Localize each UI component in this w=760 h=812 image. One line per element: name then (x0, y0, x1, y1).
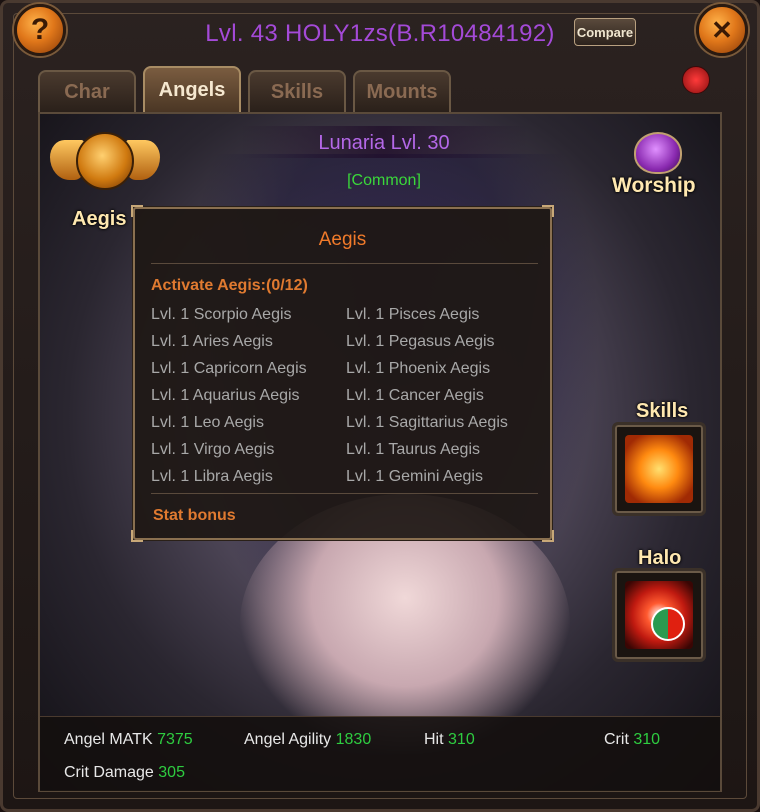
stat-label: Crit Damage (64, 764, 154, 781)
worship-heart-icon[interactable] (624, 124, 688, 176)
stat-label: Crit (604, 731, 629, 748)
halo-button[interactable] (612, 568, 706, 662)
stat-value: 7375 (157, 731, 193, 748)
aegis-item: Lvl. 1 Pegasus Aegis (346, 333, 495, 350)
stat-value: 305 (158, 764, 185, 781)
aegis-item: Lvl. 1 Sagittarius Aegis (346, 414, 508, 431)
aegis-item: Lvl. 1 Capricorn Aegis (151, 360, 307, 377)
stat-value: 1830 (335, 731, 372, 748)
worship-label[interactable]: Worship (612, 174, 696, 198)
halo-label: Halo (638, 547, 682, 569)
aegis-item: Lvl. 1 Aquarius Aegis (151, 387, 300, 404)
skills-label: Skills (636, 400, 689, 422)
tooltip-divider (151, 493, 538, 494)
aegis-item: Lvl. 1 Phoenix Aegis (346, 360, 491, 377)
tooltip-title: Aegis (318, 229, 367, 250)
stat-value: 310 (633, 731, 661, 748)
tooltip-corner (131, 205, 143, 217)
aegis-item: Lvl. 1 Pisces Aegis (346, 306, 480, 323)
aegis-item: Lvl. 1 Virgo Aegis (151, 441, 275, 458)
stat-angel-agility: Angel Agility 1830 (244, 731, 371, 749)
tab-mounts[interactable]: Mounts (353, 70, 451, 112)
angel-rarity: [Common] (347, 172, 421, 189)
window-title: Lvl. 43 HOLY1zs(B.R10484192) (205, 20, 555, 47)
aegis-item: Lvl. 1 Gemini Aegis (346, 468, 483, 485)
stat-crit-damage: Crit Damage 305 (64, 764, 185, 782)
tab-angels[interactable]: Angels (143, 66, 241, 112)
tab-char[interactable]: Char (38, 70, 136, 112)
compare-button[interactable]: Compare (574, 18, 636, 46)
skills-button[interactable] (612, 422, 706, 516)
aegis-item: Lvl. 1 Leo Aegis (151, 414, 264, 431)
stat-value: 310 (448, 731, 475, 748)
tooltip-corner (542, 530, 554, 542)
stat-label: Angel Agility (244, 731, 332, 748)
tooltip-activate-count: Activate Aegis:(0/12) (151, 277, 308, 294)
tooltip-corner (131, 530, 143, 542)
gift-icon[interactable] (682, 66, 710, 94)
aegis-circle (76, 132, 134, 190)
aegis-item: Lvl. 1 Libra Aegis (151, 468, 273, 485)
stat-hit: Hit 310 (424, 731, 475, 749)
stat-label: Hit (424, 731, 444, 748)
tooltip-corner (542, 205, 554, 217)
aegis-item: Lvl. 1 Scorpio Aegis (151, 306, 292, 323)
aegis-list: Lvl. 1 Scorpio Aegis Lvl. 1 Pisces Aegis… (151, 305, 541, 494)
close-button[interactable]: ✕ (696, 4, 748, 56)
aegis-item: Lvl. 1 Taurus Aegis (346, 441, 481, 458)
tab-skills[interactable]: Skills (248, 70, 346, 112)
tooltip-stat-bonus: Stat bonus (153, 507, 236, 524)
angel-stats-bar: Angel MATK 7375 Angel Agility 1830 Hit 3… (40, 716, 720, 791)
halo-bagua-icon (625, 581, 693, 649)
tooltip-divider (151, 263, 538, 264)
stat-crit: Crit 310 (604, 731, 660, 749)
aegis-label[interactable]: Aegis (72, 208, 126, 231)
aegis-tooltip: Aegis Activate Aegis:(0/12) Lvl. 1 Scorp… (131, 205, 554, 542)
skills-fire-icon (625, 435, 693, 503)
yin-yang-icon (651, 607, 685, 641)
close-icon: ✕ (711, 14, 733, 45)
heart-shape (634, 132, 682, 174)
stat-angel-matk: Angel MATK 7375 (64, 731, 193, 749)
angel-name: Lunaria Lvl. 30 (318, 132, 450, 154)
aegis-item: Lvl. 1 Cancer Aegis (346, 387, 484, 404)
aegis-item: Lvl. 1 Aries Aegis (151, 333, 273, 350)
stat-label: Angel MATK (64, 731, 153, 748)
